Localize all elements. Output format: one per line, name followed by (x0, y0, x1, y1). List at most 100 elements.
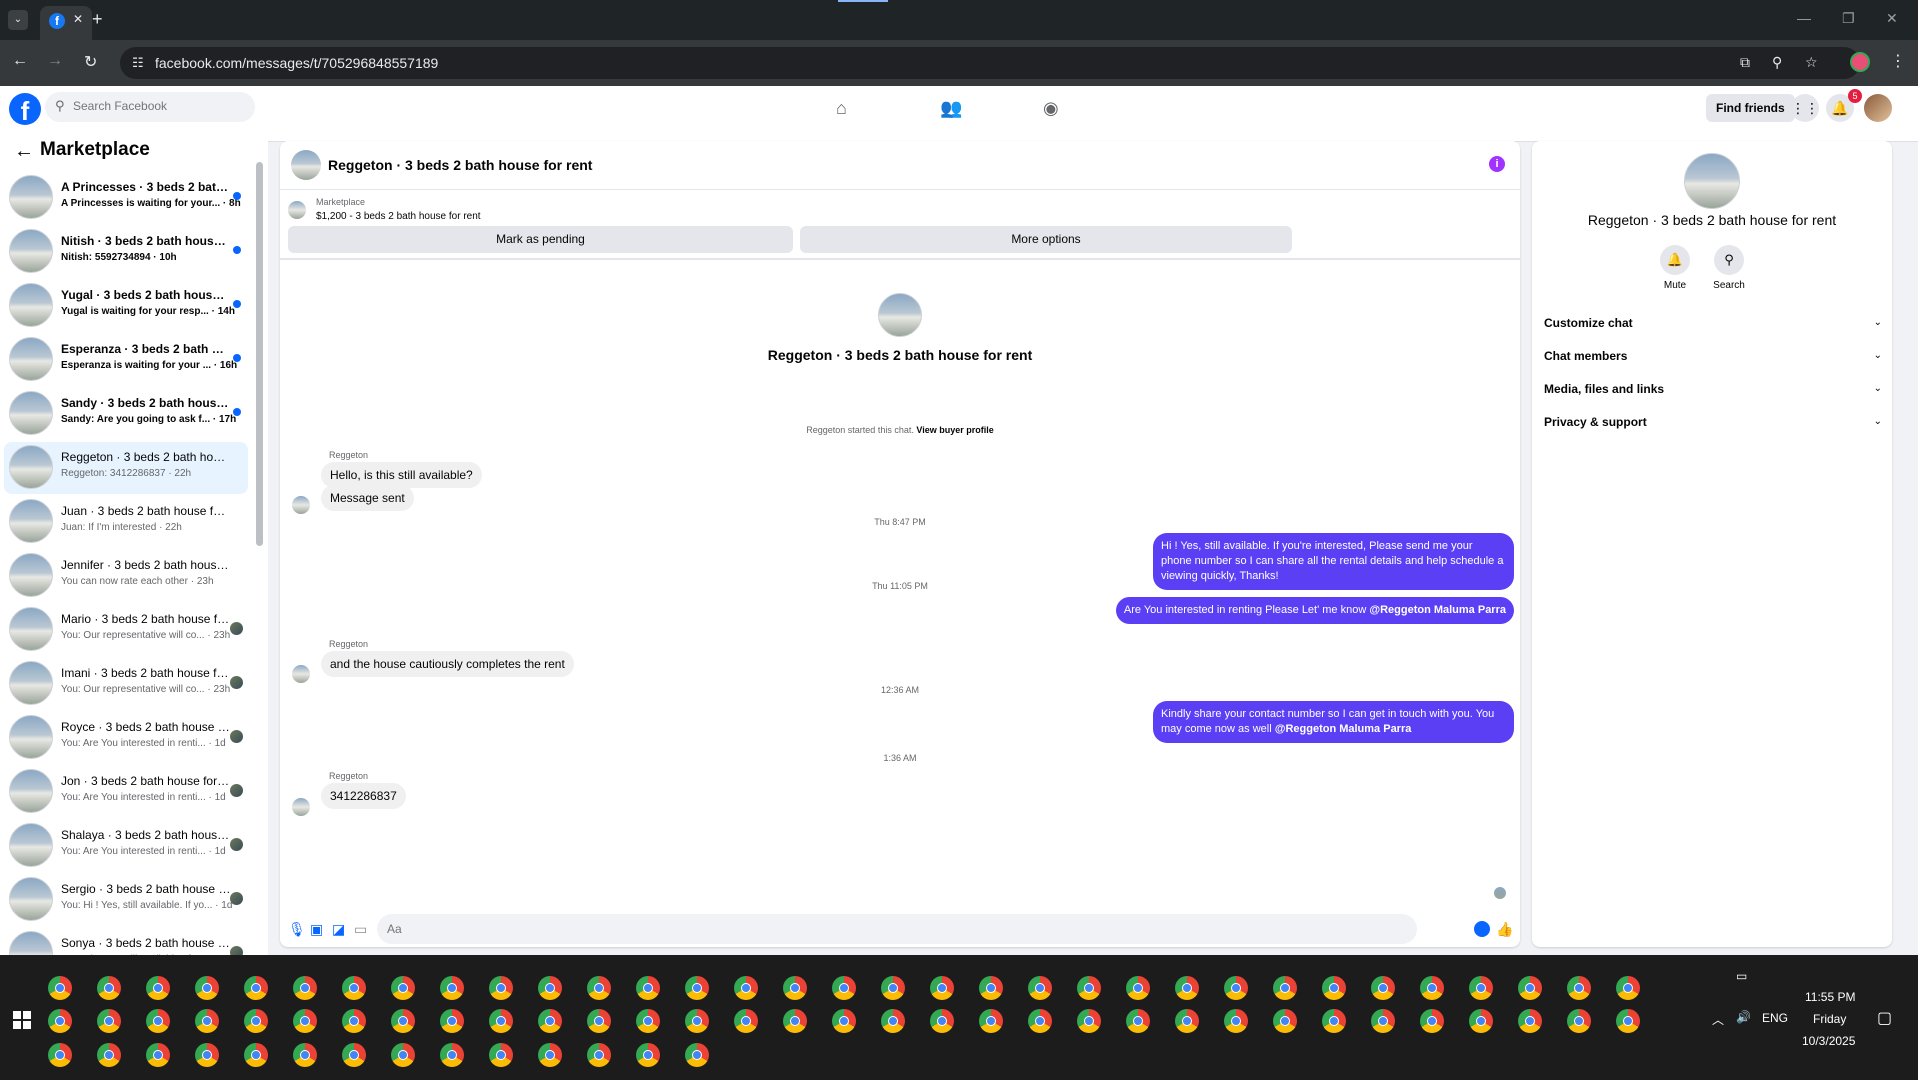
chrome-taskbar-icon[interactable] (979, 1009, 1003, 1033)
view-buyer-profile-link[interactable]: View buyer profile (916, 425, 993, 435)
chrome-taskbar-icon[interactable] (881, 1009, 905, 1033)
facebook-search[interactable]: ⚲ (45, 92, 255, 122)
chrome-taskbar-icon[interactable] (1322, 976, 1346, 1000)
chrome-taskbar-icon[interactable] (195, 976, 219, 1000)
url-text[interactable]: facebook.com/messages/t/705296848557189 (155, 55, 438, 71)
chrome-taskbar-icon[interactable] (783, 976, 807, 1000)
mute-bell-icon[interactable]: 🔔 (1660, 245, 1690, 275)
privacy-support-item[interactable]: Privacy & support ⌄ (1542, 409, 1882, 435)
chrome-taskbar-icon[interactable] (1224, 976, 1248, 1000)
sender-avatar[interactable] (292, 496, 310, 514)
windows-start-icon[interactable] (13, 1011, 31, 1029)
clock-time[interactable]: 11:55 PM (1805, 990, 1855, 1004)
chrome-taskbar-icon[interactable] (146, 976, 170, 1000)
chrome-taskbar-icon[interactable] (783, 1009, 807, 1033)
home-icon[interactable]: ⌂ (836, 98, 847, 119)
chat-title[interactable]: Reggeton · 3 beds 2 bath house for rent (328, 157, 592, 173)
microphone-icon[interactable]: 🎙 (288, 921, 306, 938)
chrome-taskbar-icon[interactable] (1616, 1009, 1640, 1033)
chrome-taskbar-icon[interactable] (440, 976, 464, 1000)
display-icon[interactable]: ▭ (1736, 969, 1747, 983)
conversation-item[interactable]: Yugal · 3 beds 2 bath house for rent Yuga… (4, 280, 248, 332)
chrome-taskbar-icon[interactable] (538, 1043, 562, 1067)
chrome-taskbar-icon[interactable] (293, 976, 317, 1000)
conversation-item[interactable]: Jon · 3 beds 2 bath house for rent You: A… (4, 766, 248, 818)
sidebar-scrollbar[interactable] (256, 140, 263, 950)
chrome-taskbar-icon[interactable] (97, 976, 121, 1000)
chrome-taskbar-icon[interactable] (1371, 1009, 1395, 1033)
language-indicator[interactable]: ENG (1762, 1011, 1788, 1025)
chrome-taskbar-icon[interactable] (1469, 976, 1493, 1000)
chrome-taskbar-icon[interactable] (1126, 976, 1150, 1000)
chat-avatar[interactable] (291, 150, 321, 180)
chrome-taskbar-icon[interactable] (587, 976, 611, 1000)
mention[interactable]: @Reggeton Maluma Parra (1369, 604, 1506, 616)
scrollbar-thumb[interactable] (256, 162, 263, 546)
sticker-icon[interactable]: ◪ (332, 921, 345, 938)
site-info-icon[interactable]: ☷ (132, 55, 144, 71)
chrome-taskbar-icon[interactable] (1567, 976, 1591, 1000)
chrome-taskbar-icon[interactable] (930, 1009, 954, 1033)
emoji-icon[interactable] (1474, 921, 1490, 937)
chrome-taskbar-icon[interactable] (636, 976, 660, 1000)
sender-avatar[interactable] (292, 665, 310, 683)
conversation-item[interactable]: Imani · 3 beds 2 bath house for rent You:… (4, 658, 248, 710)
restore-icon[interactable]: ❐ (1842, 10, 1855, 27)
chrome-taskbar-icon[interactable] (97, 1009, 121, 1033)
forward-icon[interactable]: → (47, 52, 63, 70)
zoom-icon[interactable]: ⚲ (1772, 54, 1782, 71)
tab-search-chevron-icon[interactable]: ⌄ (8, 10, 28, 30)
account-avatar[interactable] (1864, 94, 1892, 122)
chrome-taskbar-icon[interactable] (342, 1043, 366, 1067)
chrome-taskbar-icon[interactable] (146, 1009, 170, 1033)
sender-avatar[interactable] (292, 798, 310, 816)
more-options-button[interactable]: More options (800, 226, 1292, 253)
conversation-item[interactable]: Sergio · 3 beds 2 bath house for rent You… (4, 874, 248, 926)
reload-icon[interactable]: ↻ (84, 52, 97, 72)
chrome-taskbar-icon[interactable] (48, 976, 72, 1000)
volume-icon[interactable]: 🔊 (1736, 1010, 1751, 1024)
chrome-taskbar-icon[interactable] (195, 1009, 219, 1033)
message-input-box[interactable] (377, 914, 1417, 944)
conversation-item[interactable]: Royce · 3 beds 2 bath house for rent You:… (4, 712, 248, 764)
show-hidden-icons-chevron-icon[interactable]: ︿ (1712, 1011, 1724, 1028)
clock-day[interactable]: Friday (1813, 1012, 1846, 1026)
new-tab-icon[interactable]: + (92, 9, 103, 30)
clock-date[interactable]: 10/3/2025 (1802, 1034, 1855, 1048)
conversation-item[interactable]: A Princesses · 3 beds 2 bath house for r… (4, 172, 248, 224)
chrome-taskbar-icon[interactable] (587, 1009, 611, 1033)
window-close-icon[interactable]: ✕ (1886, 10, 1898, 27)
profile-icon[interactable] (1850, 52, 1870, 72)
chrome-taskbar-icon[interactable] (97, 1043, 121, 1067)
chrome-taskbar-icon[interactable] (342, 976, 366, 1000)
conversation-item[interactable]: Nitish · 3 beds 2 bath house for rent Nit… (4, 226, 248, 278)
chrome-taskbar-icon[interactable] (1371, 976, 1395, 1000)
chrome-taskbar-icon[interactable] (244, 1009, 268, 1033)
chrome-taskbar-icon[interactable] (293, 1043, 317, 1067)
chrome-taskbar-icon[interactable] (1077, 1009, 1101, 1033)
back-icon[interactable]: ← (12, 52, 28, 70)
address-bar[interactable]: ☷ facebook.com/messages/t/70529684855718… (120, 47, 1860, 79)
bookmark-star-icon[interactable]: ☆ (1805, 54, 1818, 71)
chrome-taskbar-icon[interactable] (587, 1043, 611, 1067)
chrome-taskbar-icon[interactable] (440, 1009, 464, 1033)
chrome-taskbar-icon[interactable] (1028, 976, 1052, 1000)
facebook-logo-icon[interactable]: f (9, 93, 41, 126)
back-arrow-icon[interactable]: ← (14, 140, 34, 163)
chrome-taskbar-icon[interactable] (881, 976, 905, 1000)
conversation-item[interactable]: Mario · 3 beds 2 bath house for rent You:… (4, 604, 248, 656)
chrome-taskbar-icon[interactable] (1273, 976, 1297, 1000)
minimize-icon[interactable]: — (1797, 10, 1811, 26)
chrome-taskbar-icon[interactable] (1518, 976, 1542, 1000)
chrome-taskbar-icon[interactable] (1322, 1009, 1346, 1033)
conversation-item[interactable]: Esperanza · 3 beds 2 bath house for rent… (4, 334, 248, 386)
listing-title[interactable]: $1,200 - 3 beds 2 bath house for rent (316, 211, 481, 222)
friends-icon[interactable]: 👥 (940, 98, 962, 119)
chrome-taskbar-icon[interactable] (489, 1009, 513, 1033)
chrome-taskbar-icon[interactable] (342, 1009, 366, 1033)
info-icon[interactable]: i (1489, 156, 1505, 172)
chrome-taskbar-icon[interactable] (685, 1009, 709, 1033)
chrome-taskbar-icon[interactable] (1616, 976, 1640, 1000)
conversation-item[interactable]: Sandy · 3 beds 2 bath house for rent Sand… (4, 388, 248, 440)
chrome-taskbar-icon[interactable] (195, 1043, 219, 1067)
